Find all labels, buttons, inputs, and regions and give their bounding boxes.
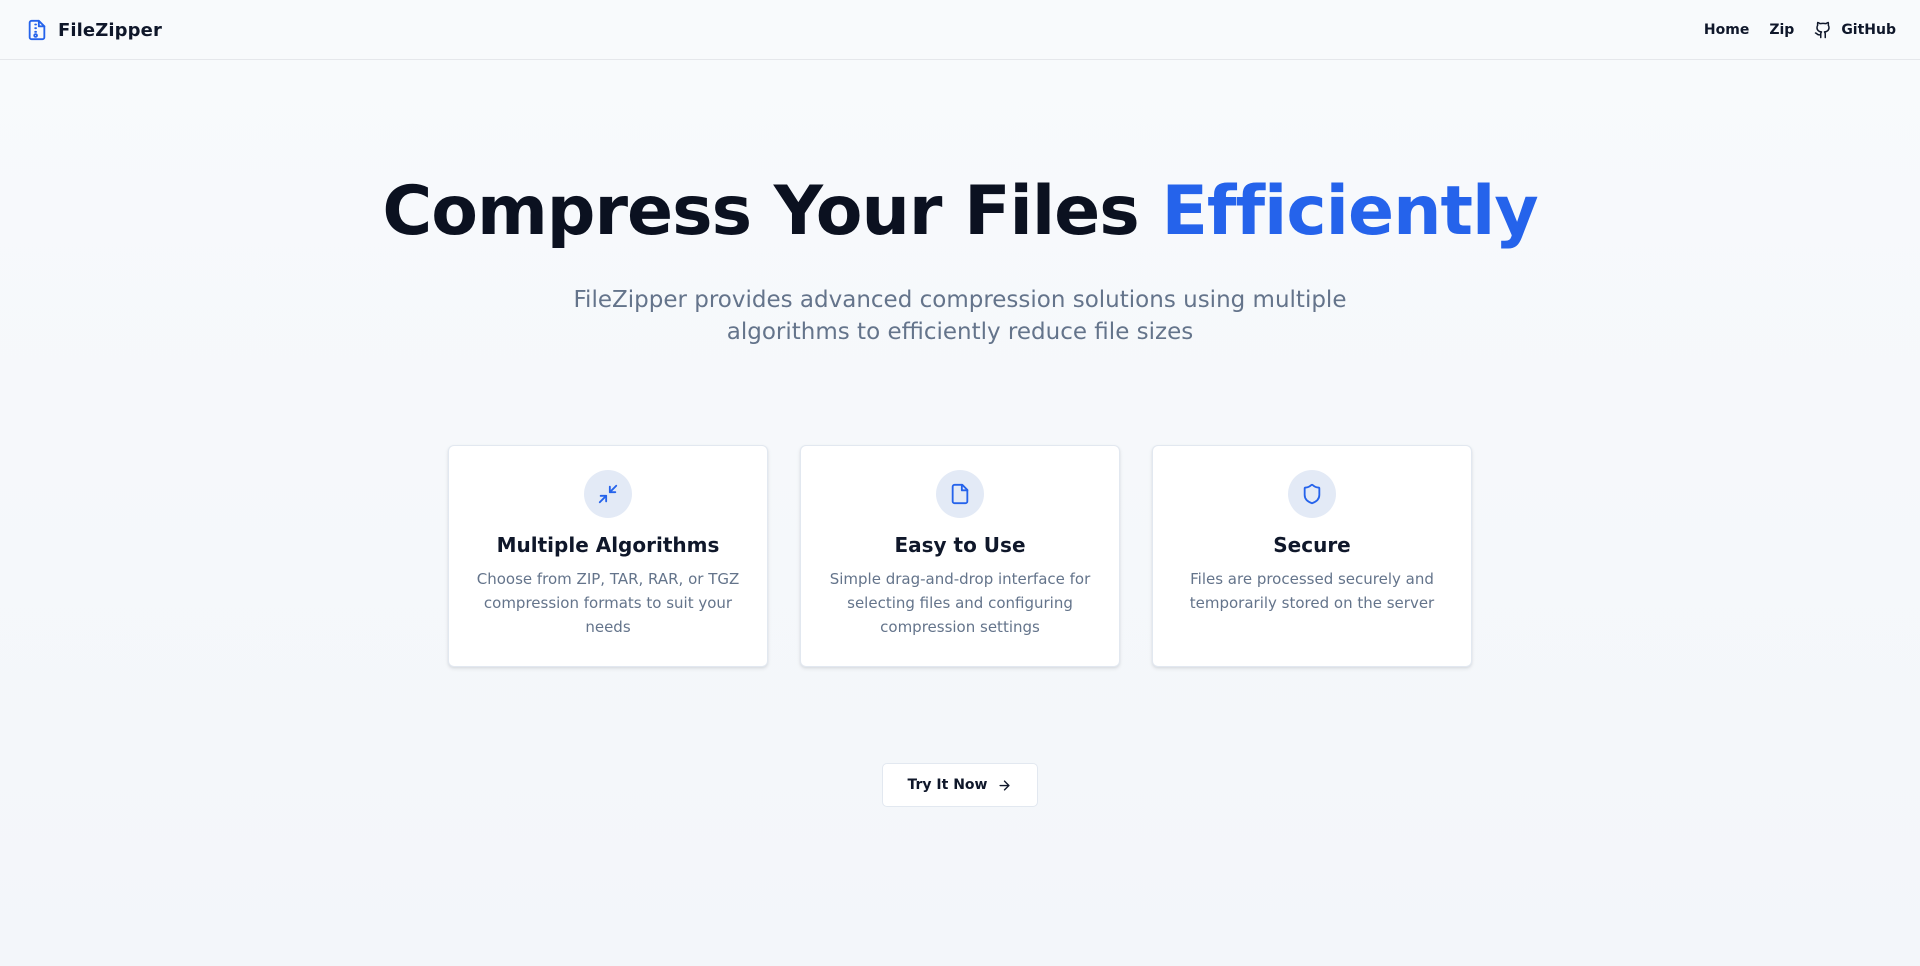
hero-title-main: Compress Your Files: [382, 172, 1162, 251]
feature-description: Files are processed securely and tempora…: [1189, 570, 1435, 612]
arrow-right-icon: [997, 778, 1012, 793]
file-icon: [936, 470, 984, 518]
feature-cards: Multiple Algorithms Choose from ZIP, TAR…: [448, 445, 1472, 667]
nav-github-label: GitHub: [1841, 22, 1896, 38]
file-archive-icon: [26, 18, 48, 42]
hero-title: Compress Your Files Efficiently: [0, 178, 1920, 246]
github-icon: [1814, 21, 1832, 39]
minimize-arrows-icon: [584, 470, 632, 518]
nav-home-link[interactable]: Home: [1704, 22, 1749, 38]
shield-icon: [1288, 470, 1336, 518]
nav-github-link[interactable]: GitHub: [1814, 21, 1896, 39]
top-navbar: FileZipper Home Zip GitHub: [0, 0, 1920, 60]
brand-link[interactable]: FileZipper: [26, 18, 162, 42]
nav-zip-link[interactable]: Zip: [1769, 22, 1794, 38]
feature-title: Easy to Use: [894, 533, 1026, 557]
feature-card: Multiple Algorithms Choose from ZIP, TAR…: [448, 445, 768, 667]
hero-title-accent: Efficiently: [1161, 172, 1538, 251]
hero-subtitle: FileZipper provides advanced compression…: [573, 287, 1347, 345]
feature-title: Secure: [1273, 533, 1351, 557]
feature-card: Easy to Use Simple drag-and-drop interfa…: [800, 445, 1120, 667]
try-it-now-button[interactable]: Try It Now: [882, 763, 1038, 807]
try-it-now-label: Try It Now: [907, 777, 988, 793]
main-nav: Home Zip GitHub: [1704, 0, 1896, 60]
brand-name: FileZipper: [58, 19, 162, 41]
feature-card: Secure Files are processed securely and …: [1152, 445, 1472, 667]
feature-title: Multiple Algorithms: [496, 533, 720, 557]
feature-description: Simple drag-and-drop interface for selec…: [829, 570, 1091, 636]
feature-description: Choose from ZIP, TAR, RAR, or TGZ compre…: [476, 570, 740, 636]
